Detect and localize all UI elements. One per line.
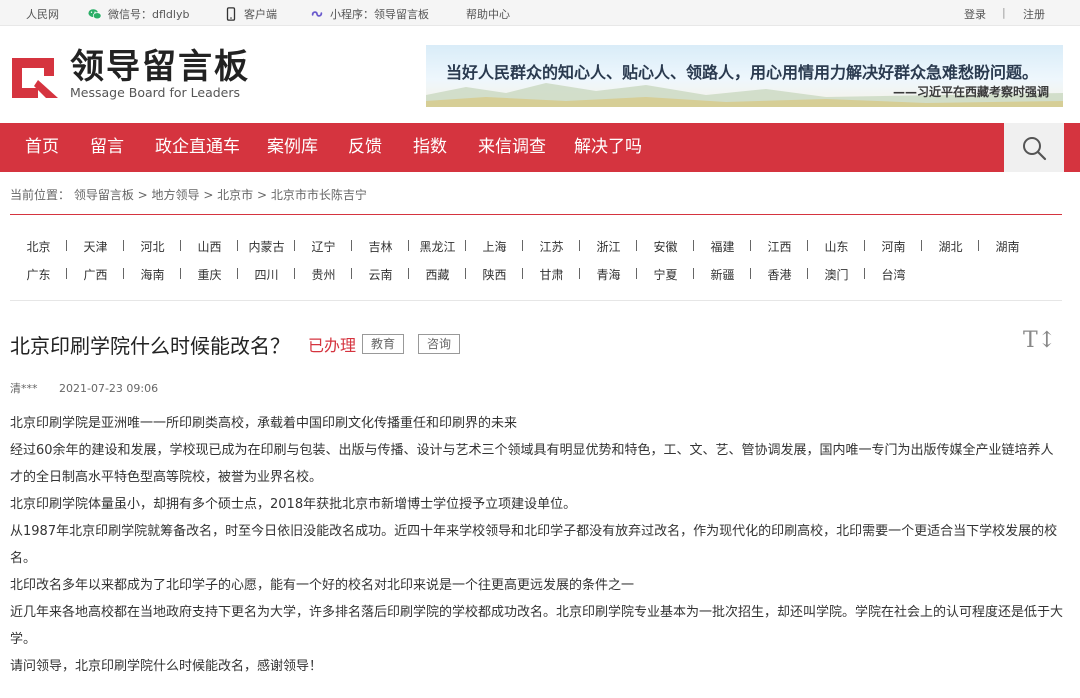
register-link[interactable]: 注册 [1023,6,1045,22]
region-link[interactable]: 海南 [124,266,181,283]
region-link[interactable]: 山东 [808,238,865,255]
wechat-icon [88,9,102,20]
brand-logo-icon[interactable] [10,52,60,100]
region-link[interactable]: 贵州 [295,266,352,283]
region-link[interactable]: 内蒙古 [238,238,295,255]
message-paragraph: 北京印刷学院体量虽小，却拥有多个硕士点，2018年获批北京市新增博士学位授予立项… [10,497,577,512]
message-paragraph: 从1987年北京印刷学院就筹备改名，时至今日依旧没能改名成功。近四十年来学校领导… [10,524,1058,566]
miniprogram-label: 小程序：领导留言板 [330,8,429,21]
region-row-2: 广东 广西 海南 重庆 四川 贵州 云南 西藏 陕西 甘肃 青海 宁夏 新疆 香港 澳门 台湾 [10,260,1070,288]
region-link[interactable]: 新疆 [694,266,751,283]
region-link[interactable]: 安徽 [637,238,694,255]
region-link[interactable]: 江苏 [523,238,580,255]
login-link[interactable]: 登录 [964,6,986,22]
message-paragraph: 请问领导，北京印刷学院什么时候能改名，感谢领导！ [10,659,323,674]
message-meta: 清*** 2021-07-23 09:06 [10,380,158,396]
phone-icon [226,7,236,21]
nav-item-index[interactable]: 指数 [413,123,447,172]
message-paragraph: 北印改名多年以来都成为了北印学子的心愿，能有一个好的校名对北印来说是一个往更高更… [10,578,635,593]
region-link[interactable]: 吉林 [352,238,409,255]
breadcrumb[interactable]: 当前位置： 领导留言板 > 地方领导 > 北京市 > 北京市市长陈吉宁 [10,186,367,203]
region-link[interactable]: 澳门 [808,266,865,283]
client-label: 客户端 [244,8,277,21]
nav-item-survey[interactable]: 来信调查 [478,123,546,172]
region-link[interactable]: 山西 [181,238,238,255]
message-body: 北京印刷学院是亚洲唯一一所印刷类高校，承载着中国印刷文化传播重任和印刷界的未来经… [10,410,1065,680]
message-date: 2021-07-23 09:06 [59,382,159,395]
region-list: 北京 天津 河北 山西 内蒙古 辽宁 吉林 黑龙江 上海 江苏 浙江 安徽 福建 江西 山东 河南 湖北 湖南 广… [10,232,1070,288]
brand-name-cn: 领导留言板 [70,47,250,87]
register-label: 注册 [1023,8,1045,21]
region-link[interactable]: 浙江 [580,238,637,255]
region-link[interactable]: 广东 [10,266,67,283]
region-link[interactable]: 河南 [865,238,922,255]
region-link[interactable]: 辽宁 [295,238,352,255]
region-link[interactable]: 江西 [751,238,808,255]
wechat-label: 微信号：dfldlyb [108,8,190,21]
region-link[interactable]: 上海 [466,238,523,255]
people-net-link[interactable]: 人民网 [26,6,59,22]
help-center-label: 帮助中心 [466,8,510,21]
region-divider [10,300,1062,301]
message-title: 北京印刷学院什么时候能改名？ [10,333,290,358]
region-link[interactable]: 香港 [751,266,808,283]
nav-item-resolved[interactable]: 解决了吗 [574,123,642,172]
banner-author: ——习近平在西藏考察时强调 [892,85,1049,99]
region-link[interactable]: 甘肃 [523,266,580,283]
message-paragraph: 北京印刷学院是亚洲唯一一所印刷类高校，承载着中国印刷文化传播重任和印刷界的未来 [10,416,518,431]
region-link[interactable]: 青海 [580,266,637,283]
region-link[interactable]: 陕西 [466,266,523,283]
banner-quote: 当好人民群众的知心人、贴心人、领路人，用心用情用力解决好群众急难愁盼问题。 [446,63,1039,82]
brand-title[interactable]: 领导留言板 Message Board for Leaders [70,48,250,100]
region-link[interactable]: 黑龙江 [409,238,466,255]
nav-item-cases[interactable]: 案例库 [267,123,318,172]
region-link[interactable]: 天津 [67,238,124,255]
region-link[interactable]: 北京 [10,238,67,255]
region-link[interactable]: 重庆 [181,266,238,283]
people-net-label: 人民网 [26,8,59,21]
message-paragraph: 经过60余年的建设和发展，学校现已成为在印刷与包装、出版与传播、设计与艺术三个领… [10,443,1054,485]
status-badge: 已办理 [308,336,357,355]
breadcrumb-divider [10,214,1062,215]
search-icon [1023,136,1047,160]
region-link[interactable]: 云南 [352,266,409,283]
nav-item-enterprise[interactable]: 政企直通车 [155,123,240,172]
region-link[interactable]: 西藏 [409,266,466,283]
main-nav: 首页 留言 政企直通车 案例库 反馈 指数 来信调查 解决了吗 [0,123,1080,172]
region-link[interactable]: 广西 [67,266,124,283]
region-link[interactable]: 湖南 [979,238,1036,255]
brand-name-en: Message Board for Leaders [70,85,241,100]
wechat-link[interactable]: 微信号：dfldlyb [88,6,189,22]
font-size-toggle-icon[interactable]: T↕ [1023,328,1056,353]
topbar-divider-text: | [1002,6,1006,19]
region-link[interactable]: 湖北 [922,238,979,255]
region-link[interactable]: 河北 [124,238,181,255]
message-header: 北京印刷学院什么时候能改名？ 已办理 教育 咨询 [10,330,461,358]
client-link[interactable]: 客户端 [224,6,277,22]
message-author: 清*** [10,382,38,395]
miniprogram-icon [311,11,323,17]
nav-item-feedback[interactable]: 反馈 [348,123,382,172]
top-bar: 人民网 微信号：dfldlyb 客户端 小程序：领导留言板 帮助中心 登录 | … [0,0,1080,26]
login-label: 登录 [964,8,986,21]
help-center-link[interactable]: 帮助中心 [466,6,510,22]
tag-education[interactable]: 教育 [362,334,405,354]
nav-item-message[interactable]: 留言 [90,123,124,172]
message-paragraph: 近几年来各地高校都在当地政府支持下更名为大学，许多排名落后印刷学院的学校都成功改… [10,605,1064,647]
quote-banner: 当好人民群众的知心人、贴心人、领路人，用心用情用力解决好群众急难愁盼问题。 ——… [426,45,1063,107]
miniprogram-link[interactable]: 小程序：领导留言板 [310,6,429,22]
region-link[interactable]: 台湾 [865,266,922,283]
region-row-1: 北京 天津 河北 山西 内蒙古 辽宁 吉林 黑龙江 上海 江苏 浙江 安徽 福建 江西 山东 河南 湖北 湖南 [10,232,1070,260]
tag-consult[interactable]: 咨询 [418,334,461,354]
topbar-divider: | [1002,6,1006,19]
region-link[interactable]: 宁夏 [637,266,694,283]
nav-item-home[interactable]: 首页 [25,123,59,172]
region-link[interactable]: 福建 [694,238,751,255]
search-button[interactable] [1004,123,1064,172]
region-link[interactable]: 四川 [238,266,295,283]
